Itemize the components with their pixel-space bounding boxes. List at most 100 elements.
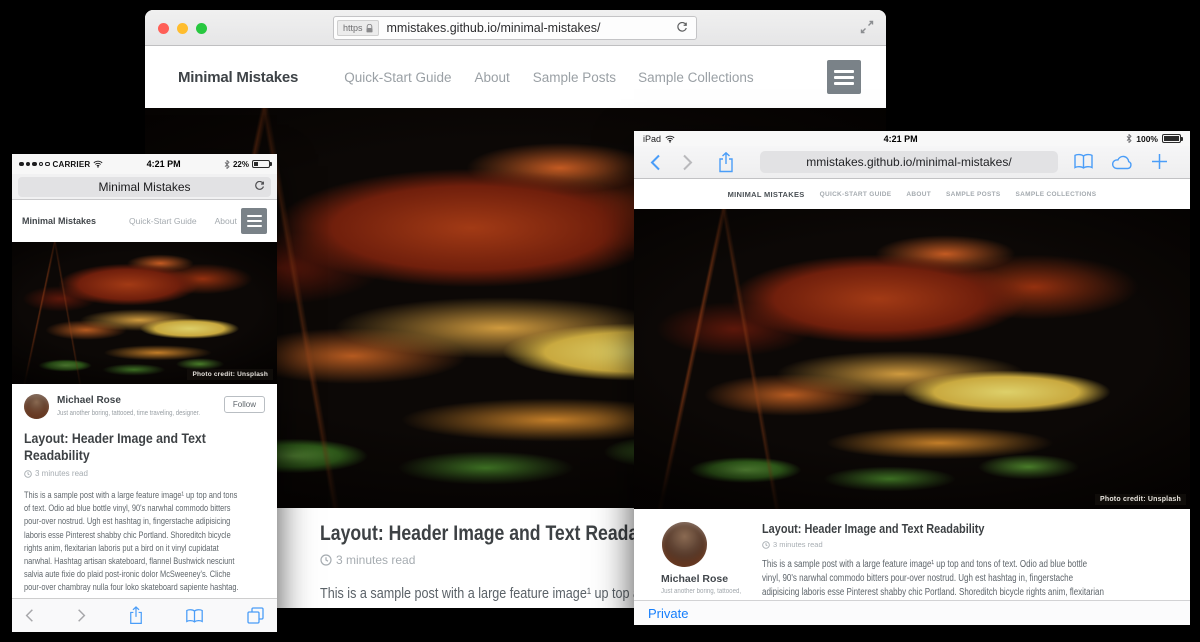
body-line: pour-over chambray nulla four loko skate… xyxy=(24,581,217,594)
author-row: Michael Rose Just another boring, tattoo… xyxy=(24,394,265,422)
author-bio: Just another boring, tattooed, xyxy=(661,588,741,595)
page-title: Minimal Mistakes xyxy=(18,180,271,194)
private-button[interactable]: Private xyxy=(648,606,688,621)
body-line: laboris esse Pinterest shabby chic Portl… xyxy=(24,529,217,542)
clock-icon xyxy=(320,554,332,566)
reload-button[interactable] xyxy=(254,181,265,192)
site-brand-link[interactable]: MINIMAL MISTAKES xyxy=(728,190,805,199)
ipad-status-bar: iPad 4:21 PM 100% xyxy=(634,131,1190,146)
forward-button[interactable] xyxy=(77,608,86,623)
reload-button[interactable] xyxy=(676,22,688,34)
battery-percentage: 22% xyxy=(233,160,249,169)
new-tab-icon[interactable] xyxy=(1151,153,1168,170)
photo-credit-label: Photo credit: Unsplash xyxy=(187,369,273,380)
menu-toggle-button[interactable] xyxy=(827,60,861,94)
author-bio: Just another boring, tattooed, time trav… xyxy=(57,408,200,417)
minimize-window-button[interactable] xyxy=(177,23,188,34)
iphone-status-bar: CARRIER 4:21 PM 22% xyxy=(12,154,277,174)
bluetooth-icon xyxy=(1126,134,1132,143)
clock-icon xyxy=(762,541,770,549)
bookmarks-icon[interactable] xyxy=(185,608,204,624)
iphone-safari-window: CARRIER 4:21 PM 22% Minimal Mistakes xyxy=(12,154,277,632)
nav-link-sample-collections[interactable]: SAMPLE COLLECTIONS xyxy=(1016,191,1097,198)
body-line: narwhal. Hashtag artisan skateboard, fla… xyxy=(24,555,217,568)
ipad-safari-window: iPad 4:21 PM 100% xyxy=(634,131,1190,625)
device-label: iPad xyxy=(643,134,661,144)
address-bar[interactable]: Minimal Mistakes xyxy=(18,177,271,197)
iphone-url-row: Minimal Mistakes xyxy=(12,174,277,200)
post-body: This is a sample post with a large featu… xyxy=(24,489,265,595)
back-button[interactable] xyxy=(650,154,661,171)
nav-link-about[interactable]: About xyxy=(474,70,509,85)
post-meta: 3 minutes read xyxy=(762,540,1164,549)
read-time-label: 3 minutes read xyxy=(35,469,88,478)
wifi-icon xyxy=(665,135,675,143)
read-time-label: 3 minutes read xyxy=(336,553,415,567)
share-icon[interactable] xyxy=(129,606,143,625)
nav-link-quick-start[interactable]: Quick-Start Guide xyxy=(129,216,197,226)
nav-link-sample-posts[interactable]: Sample Posts xyxy=(533,70,616,85)
window-controls xyxy=(158,23,207,34)
lock-icon xyxy=(366,24,373,33)
body-line: This is a sample post with a large featu… xyxy=(24,489,217,502)
body-line: salvia aute fixie do plaid post-ironic d… xyxy=(24,568,217,581)
clock-icon xyxy=(24,470,32,478)
ipad-article: Michael Rose Just another boring, tattoo… xyxy=(634,509,1190,600)
carrier-label: CARRIER xyxy=(53,160,91,169)
post-meta: 3 minutes read xyxy=(24,469,265,478)
ipad-site-nav: MINIMAL MISTAKES QUICK-START GUIDE ABOUT… xyxy=(634,179,1190,209)
tabs-icon[interactable] xyxy=(247,607,264,624)
follow-button[interactable]: Follow xyxy=(224,396,265,413)
back-button[interactable] xyxy=(25,608,34,623)
author-name: Michael Rose xyxy=(661,573,728,585)
fullscreen-icon[interactable] xyxy=(860,20,874,34)
body-line: pour-over nostrud. Ugh est hashtag in, f… xyxy=(24,515,217,528)
post-title: Layout: Header Image and Text Readabilit… xyxy=(762,521,1100,536)
desktop-site-nav: Minimal Mistakes Quick-Start Guide About… xyxy=(145,46,886,108)
address-bar[interactable]: mmistakes.github.io/minimal-mistakes/ xyxy=(760,151,1058,173)
showcase-canvas: https mmistakes.github.io/minimal-mistak… xyxy=(0,0,1200,642)
private-browsing-bar: Private xyxy=(634,600,1190,625)
address-bar[interactable]: https mmistakes.github.io/minimal-mistak… xyxy=(333,16,697,40)
nav-link-sample-collections[interactable]: Sample Collections xyxy=(638,70,754,85)
nav-link-sample-posts[interactable]: SAMPLE POSTS xyxy=(946,191,1001,198)
nav-link-quick-start[interactable]: Quick-Start Guide xyxy=(344,70,451,85)
desktop-browser-toolbar: https mmistakes.github.io/minimal-mistak… xyxy=(145,10,886,46)
bookmarks-icon[interactable] xyxy=(1073,153,1094,170)
body-line: rights anim, flexitarian laboris put a b… xyxy=(24,542,217,555)
iphone-article: Michael Rose Just another boring, tattoo… xyxy=(12,384,277,612)
body-line: adipisicing laboris esse Pinterest shabb… xyxy=(762,586,1084,600)
battery-icon xyxy=(252,160,270,168)
wifi-icon xyxy=(93,160,103,168)
post-title-line: Readability xyxy=(24,447,236,464)
bluetooth-icon xyxy=(224,160,230,169)
iphone-safari-toolbar xyxy=(12,598,277,632)
https-badge: https xyxy=(337,20,379,36)
header-leaves-image: Photo credit: Unsplash xyxy=(634,209,1190,509)
body-line: vinyl, 90's narwhal commodo bitters pour… xyxy=(762,572,1084,586)
nav-link-about[interactable]: About xyxy=(215,216,237,226)
clock-time: 4:21 PM xyxy=(106,159,221,169)
author-avatar xyxy=(662,522,707,567)
site-brand-link[interactable]: Minimal Mistakes xyxy=(22,216,96,226)
author-avatar xyxy=(24,394,49,419)
url-text: mmistakes.github.io/minimal-mistakes/ xyxy=(379,21,676,35)
author-name: Michael Rose xyxy=(57,395,121,406)
nav-link-about[interactable]: ABOUT xyxy=(906,191,931,198)
iphone-site-nav: Minimal Mistakes Quick-Start Guide About xyxy=(12,200,277,242)
header-leaves-image: Photo credit: Unsplash xyxy=(12,242,277,384)
menu-toggle-button[interactable] xyxy=(241,208,267,234)
post-title: Layout: Header Image and Text Readabilit… xyxy=(24,430,265,464)
site-brand-link[interactable]: Minimal Mistakes xyxy=(178,69,298,86)
https-label: https xyxy=(343,23,363,33)
nav-link-quick-start[interactable]: QUICK-START GUIDE xyxy=(820,191,892,198)
forward-button[interactable] xyxy=(682,154,693,171)
battery-icon xyxy=(1162,134,1181,143)
zoom-window-button[interactable] xyxy=(196,23,207,34)
photo-credit-label: Photo credit: Unsplash xyxy=(1095,494,1186,505)
ipad-safari-toolbar: mmistakes.github.io/minimal-mistakes/ xyxy=(634,146,1190,179)
clock-time: 4:21 PM xyxy=(679,134,1122,144)
close-window-button[interactable] xyxy=(158,23,169,34)
share-icon[interactable] xyxy=(718,152,734,173)
icloud-tabs-icon[interactable] xyxy=(1111,154,1134,170)
